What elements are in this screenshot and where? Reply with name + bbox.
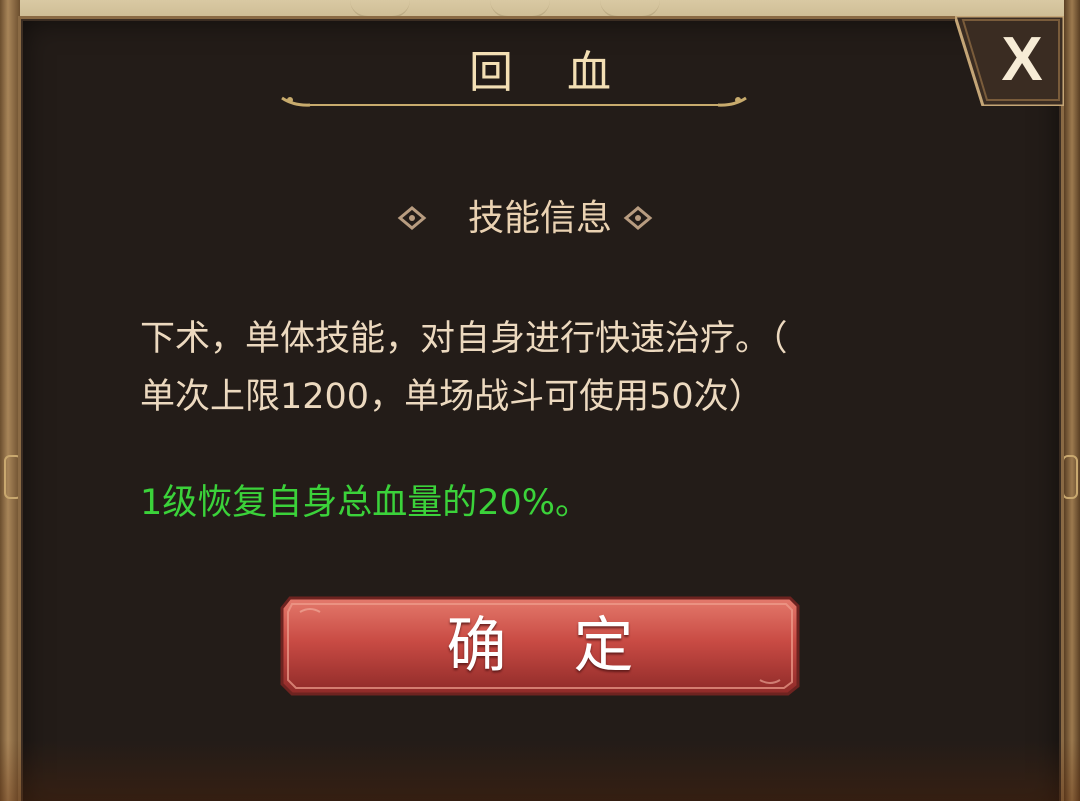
scroll-ornament-icon xyxy=(281,96,747,107)
background-frame-right xyxy=(1064,0,1080,801)
dialog-title: 回 血 xyxy=(469,47,631,98)
skill-effect: 1级恢复自身总血量的20%。 xyxy=(140,483,591,523)
skill-description: 下术，单体技能，对自身进行快速治疗。（ 单次上限1200，单场战斗可使用50次） xyxy=(140,319,788,417)
confirm-button[interactable] xyxy=(280,596,800,696)
game-screen: X 回 血 技能信息 下术，单体技能，对自身进行快速治疗。（ 单次上限1200，… xyxy=(0,0,1080,801)
frame-knot-decoration xyxy=(1062,455,1078,499)
background-frame-left xyxy=(0,0,20,801)
section-title: 技能信息 xyxy=(467,198,612,239)
diamond-ornament-icon xyxy=(623,206,800,230)
